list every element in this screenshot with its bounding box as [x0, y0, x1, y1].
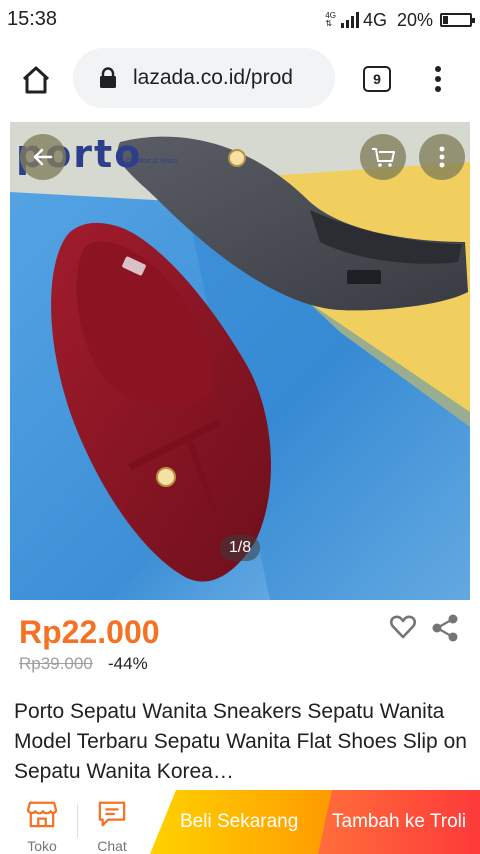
- store-icon: [26, 801, 58, 828]
- chat-label: Chat: [97, 838, 127, 854]
- address-bar[interactable]: lazada.co.id/prod: [73, 48, 335, 108]
- brand-tagline: Comfort is Yours: [126, 158, 178, 165]
- more-options-button[interactable]: [419, 134, 465, 180]
- chat-icon: [98, 801, 126, 827]
- signal-strength-icon: [340, 12, 359, 28]
- original-price: Rp39.000: [19, 654, 93, 673]
- cart-icon: [372, 148, 395, 167]
- network-type-small: 4G ⇅: [325, 12, 336, 28]
- back-button[interactable]: [20, 134, 66, 180]
- product-image-gallery[interactable]: porto Comfort is Yours 1/8: [10, 122, 470, 600]
- battery-percent: 20%: [396, 9, 433, 30]
- buy-now-label: Beli Sekarang: [180, 811, 299, 832]
- more-vert-icon-dot: [435, 76, 441, 82]
- more-vert-icon-dot: [435, 86, 441, 92]
- back-arrow-icon: [33, 148, 53, 166]
- more-vert-icon-dot: [435, 66, 441, 72]
- product-photo: [10, 122, 470, 600]
- add-to-cart-button[interactable]: Tambah ke Troli: [318, 790, 480, 854]
- product-title: Porto Sepatu Wanita Sneakers Sepatu Wani…: [14, 700, 467, 783]
- heart-icon: [389, 615, 417, 639]
- browser-toolbar: lazada.co.id/prod 9: [0, 40, 480, 118]
- discount-percent: -44%: [108, 654, 148, 673]
- browser-menu-button[interactable]: [428, 64, 448, 94]
- data-arrows-icon: ⇅: [325, 19, 332, 28]
- cart-button[interactable]: [360, 134, 406, 180]
- wishlist-button[interactable]: [389, 613, 417, 641]
- network-type: 4G: [362, 9, 387, 30]
- home-button[interactable]: [18, 62, 54, 98]
- more-vert-icon: [439, 146, 445, 168]
- lock-icon: [99, 67, 117, 89]
- battery-level-fill: [443, 16, 448, 24]
- battery-icon: [440, 13, 475, 27]
- status-bar: 15:38 4G ⇅ 4G 20%: [0, 0, 480, 40]
- buy-now-button[interactable]: Beli Sekarang: [150, 790, 334, 854]
- tab-switcher-button[interactable]: 9: [363, 66, 391, 92]
- status-indicators: 4G ⇅ 4G 20%: [325, 8, 475, 32]
- home-icon: [22, 66, 50, 94]
- price-section: Rp22.000 Rp39.000 -44%: [0, 600, 480, 690]
- bottom-action-bar: Toko Chat Beli Sekarang Tambah ke Troli: [0, 790, 480, 854]
- share-icon: [432, 614, 458, 642]
- chat-button[interactable]: Chat: [77, 790, 147, 854]
- store-label: Toko: [27, 838, 57, 854]
- add-to-cart-label: Tambah ke Troli: [332, 811, 467, 832]
- store-button[interactable]: Toko: [7, 790, 77, 854]
- share-button[interactable]: [431, 613, 459, 643]
- image-counter: 1/8: [220, 535, 260, 561]
- status-time: 15:38: [7, 8, 58, 30]
- current-price: Rp22.000: [19, 614, 160, 650]
- url-text: lazada.co.id/prod: [133, 66, 293, 89]
